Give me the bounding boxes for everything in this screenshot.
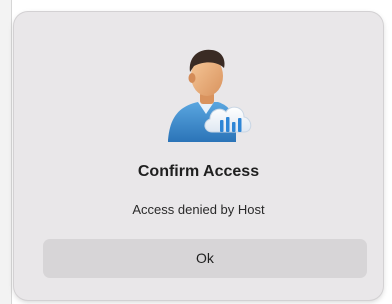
user-cloud-icon (168, 49, 252, 142)
ok-button[interactable]: Ok (43, 239, 367, 278)
background-window-edge (0, 0, 11, 304)
background-window-border (11, 0, 12, 304)
confirm-access-dialog: Confirm Access Access denied by Host Ok (14, 12, 383, 300)
dialog-title: Confirm Access (137, 163, 260, 180)
dialog-message: Access denied by Host (132, 202, 265, 217)
